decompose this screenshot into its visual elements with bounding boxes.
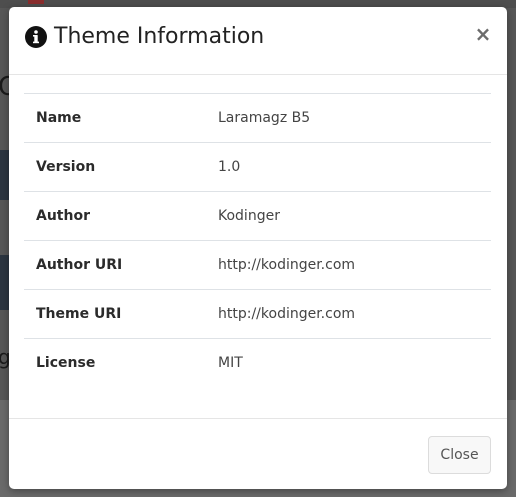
modal-header: Theme Information × [9, 7, 507, 75]
modal-title: Theme Information [54, 24, 265, 49]
theme-info-table: Name Laramagz B5 Version 1.0 Author Kodi… [24, 93, 491, 388]
row-value: Kodinger [218, 208, 280, 224]
info-circle-icon [25, 26, 47, 48]
theme-information-modal: Theme Information × Name Laramagz B5 Ver… [9, 7, 507, 489]
table-row: Name Laramagz B5 [24, 93, 491, 143]
row-value: http://kodinger.com [218, 257, 356, 273]
row-value: http://kodinger.com [218, 306, 356, 322]
row-key: Version [36, 159, 96, 175]
background-accent [28, 0, 44, 4]
row-value: Laramagz B5 [218, 110, 311, 126]
row-key: Theme URI [36, 306, 122, 322]
row-key: License [36, 355, 96, 372]
background-thumbnail [0, 255, 9, 310]
row-key: Author URI [36, 257, 123, 273]
table-row: Author Kodinger [24, 191, 491, 241]
close-button[interactable]: Close [428, 436, 491, 474]
row-key: Author [36, 208, 90, 224]
table-row: Author URI http://kodinger.com [24, 240, 491, 290]
modal-body: Name Laramagz B5 Version 1.0 Author Kodi… [9, 75, 507, 418]
row-value: MIT [218, 355, 243, 372]
modal-footer: Close [9, 418, 507, 489]
background-thumbnail [0, 150, 9, 200]
table-row: Theme URI http://kodinger.com [24, 289, 491, 339]
table-row: License MIT [24, 338, 491, 388]
row-value: 1.0 [218, 159, 241, 175]
close-icon[interactable]: × [474, 23, 492, 45]
row-key: Name [36, 110, 82, 126]
table-row: Version 1.0 [24, 142, 491, 192]
